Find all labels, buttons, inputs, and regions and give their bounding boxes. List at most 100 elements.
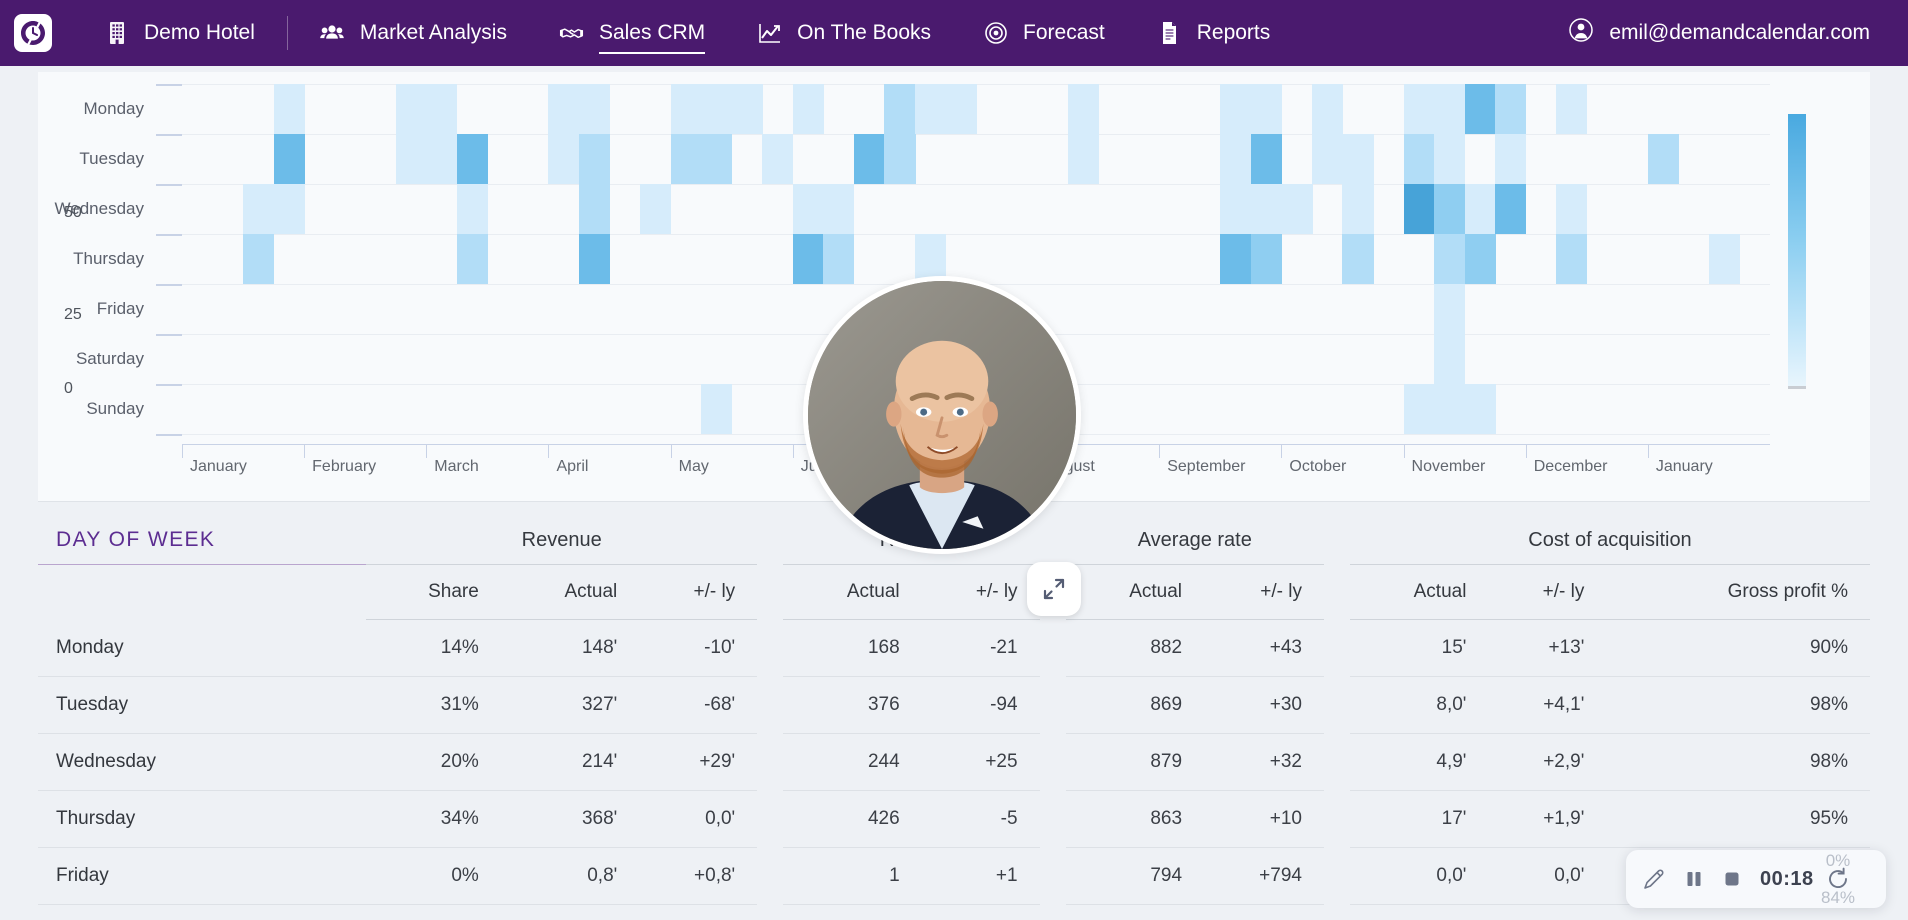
table-row[interactable]: Tuesday 31% 327' -68' 376 -94 869 +30 8,0' +4,1' 9… xyxy=(38,676,1870,734)
expand-chart-button[interactable] xyxy=(1027,562,1081,616)
heatmap-cell[interactable] xyxy=(1434,234,1466,284)
heatmap-cell[interactable] xyxy=(1250,234,1282,284)
heatmap-x-label: February xyxy=(312,458,377,475)
heatmap-cell[interactable] xyxy=(243,234,275,284)
heatmap-cell[interactable] xyxy=(1495,134,1527,184)
col-coa-ly[interactable]: +/- ly xyxy=(1488,564,1607,620)
heatmap-cell[interactable] xyxy=(1464,234,1496,284)
col-revenue-actual[interactable]: Actual xyxy=(500,564,640,620)
heatmap-cell[interactable] xyxy=(1434,84,1466,134)
heatmap-cell[interactable] xyxy=(1311,84,1344,134)
heatmap-cell[interactable] xyxy=(1708,234,1741,284)
heatmap-cell[interactable] xyxy=(670,84,702,134)
pen-icon[interactable] xyxy=(1642,867,1666,891)
heatmap-cell[interactable] xyxy=(1067,84,1099,134)
heatmap-cell[interactable] xyxy=(762,134,794,184)
heatmap-cell[interactable] xyxy=(792,234,824,284)
heatmap-cell[interactable] xyxy=(1464,84,1496,134)
heatmap-cell[interactable] xyxy=(273,134,305,184)
heatmap-cell[interactable] xyxy=(579,134,611,184)
heatmap-cell[interactable] xyxy=(579,234,611,284)
cell-gap xyxy=(1040,791,1066,848)
heatmap-cell[interactable] xyxy=(701,134,733,184)
nav-item-on-the-books[interactable]: On The Books xyxy=(731,0,957,66)
col-gross-profit[interactable]: Gross profit % xyxy=(1606,564,1870,620)
heatmap-cell[interactable] xyxy=(1647,134,1679,184)
nav-item-forecast[interactable]: Forecast xyxy=(957,0,1131,66)
heatmap-cell[interactable] xyxy=(1434,134,1466,184)
cell-revenue-share: 20% xyxy=(366,733,501,791)
heatmap-cell[interactable] xyxy=(1220,234,1252,284)
heatmap-cell[interactable] xyxy=(1342,134,1374,184)
col-rooms-actual[interactable]: Actual xyxy=(783,564,922,620)
heatmap-cell[interactable] xyxy=(1311,134,1344,184)
heatmap-cell[interactable] xyxy=(1342,234,1374,284)
col-rate-ly[interactable]: +/- ly xyxy=(1204,564,1324,620)
heatmap-cell[interactable] xyxy=(701,84,733,134)
account-menu[interactable]: emil@demandcalendar.com xyxy=(1568,17,1882,49)
heatmap-cell[interactable] xyxy=(823,234,855,284)
table-row[interactable]: Monday 14% 148' -10' 168 -21 882 +43 15' +13' 90% xyxy=(38,619,1870,677)
heatmap-cell[interactable] xyxy=(395,84,427,134)
col-rate-actual[interactable]: Actual xyxy=(1065,564,1205,620)
heatmap-x-tick xyxy=(1647,444,1649,458)
heatmap-cell[interactable] xyxy=(1250,134,1282,184)
heatmap-cell[interactable] xyxy=(945,84,977,134)
nav-item-label: Demo Hotel xyxy=(144,21,255,44)
cell-rate-actual: 794 xyxy=(1065,847,1205,905)
heatmap-cell[interactable] xyxy=(456,234,488,284)
heatmap-cell[interactable] xyxy=(579,84,611,134)
nav-item-demo-hotel[interactable]: Demo Hotel xyxy=(78,0,281,66)
heatmap-cell[interactable] xyxy=(273,84,305,134)
cell-rate-actual: 863 xyxy=(1065,790,1205,848)
heatmap-cell[interactable] xyxy=(914,84,947,134)
cell-coa-actual: 8,0' xyxy=(1349,676,1489,734)
cell-coa-actual: 15' xyxy=(1349,619,1489,677)
heatmap-cell[interactable] xyxy=(1067,134,1099,184)
col-revenue-ly[interactable]: +/- ly xyxy=(639,564,758,620)
heatmap-cell[interactable] xyxy=(426,84,458,134)
app-logo[interactable] xyxy=(14,14,52,52)
heatmap-cell[interactable] xyxy=(1556,234,1588,284)
heatmap-x-label: April xyxy=(556,458,589,475)
cell-revenue-share: 0% xyxy=(366,847,501,905)
heatmap-cell[interactable] xyxy=(1403,134,1435,184)
screen-recorder-widget[interactable]: 00:18 0% 84% xyxy=(1626,850,1886,908)
stop-icon[interactable] xyxy=(1722,869,1742,889)
heatmap-cell[interactable] xyxy=(1403,84,1435,134)
table-row[interactable]: Wednesday 20% 214' +29' 244 +25 879 +32 4,9' +2,9… xyxy=(38,733,1870,791)
col-revenue-share[interactable]: Share xyxy=(366,564,501,620)
heatmap-cell[interactable] xyxy=(884,84,916,134)
nav-item-sales-crm[interactable]: Sales CRM xyxy=(533,0,731,66)
heatmap-cell[interactable] xyxy=(548,134,580,184)
heatmap-cell[interactable] xyxy=(395,134,427,184)
heatmap-cell[interactable] xyxy=(1220,84,1252,134)
heatmap-cell[interactable] xyxy=(456,134,488,184)
heatmap-cell[interactable] xyxy=(1250,84,1282,134)
col-rooms-ly[interactable]: +/- ly xyxy=(921,564,1040,620)
target-icon xyxy=(983,21,1008,46)
nav-item-market-analysis[interactable]: Market Analysis xyxy=(294,0,533,66)
table-row[interactable]: Thursday 34% 368' 0,0' 426 -5 863 +10 17' +1,9' 95… xyxy=(38,790,1870,848)
heatmap-cell[interactable] xyxy=(670,134,702,184)
heatmap-cell[interactable] xyxy=(1556,84,1588,134)
heatmap-cell[interactable] xyxy=(1495,84,1527,134)
nav-item-reports[interactable]: Reports xyxy=(1131,0,1297,66)
heatmap-cell[interactable] xyxy=(1220,134,1252,184)
heatmap-cell[interactable] xyxy=(548,84,580,134)
cell-rate-actual: 879 xyxy=(1065,733,1205,791)
people-icon xyxy=(320,21,345,46)
heatmap-cell[interactable] xyxy=(853,134,885,184)
pause-icon[interactable] xyxy=(1684,869,1704,889)
heatmap-cell[interactable] xyxy=(792,84,824,134)
heatmap-x-label: January xyxy=(1655,458,1713,475)
table-row[interactable]: Saturday0%0,8'+0,8'1+1794+7940,0'0,0'0% xyxy=(38,904,1870,920)
heatmap-cell[interactable] xyxy=(1434,334,1466,384)
heatmap-cell[interactable] xyxy=(731,84,763,134)
col-coa-actual[interactable]: Actual xyxy=(1349,564,1489,620)
table-row[interactable]: Friday0%0,8'+0,8'1+1794+7940,0'0,0'0% xyxy=(38,847,1870,905)
heatmap-cell[interactable] xyxy=(884,134,916,184)
cell-revenue-ly: +0,8' xyxy=(639,904,758,920)
heatmap-cell[interactable] xyxy=(426,134,458,184)
cell-gap xyxy=(1324,734,1350,791)
